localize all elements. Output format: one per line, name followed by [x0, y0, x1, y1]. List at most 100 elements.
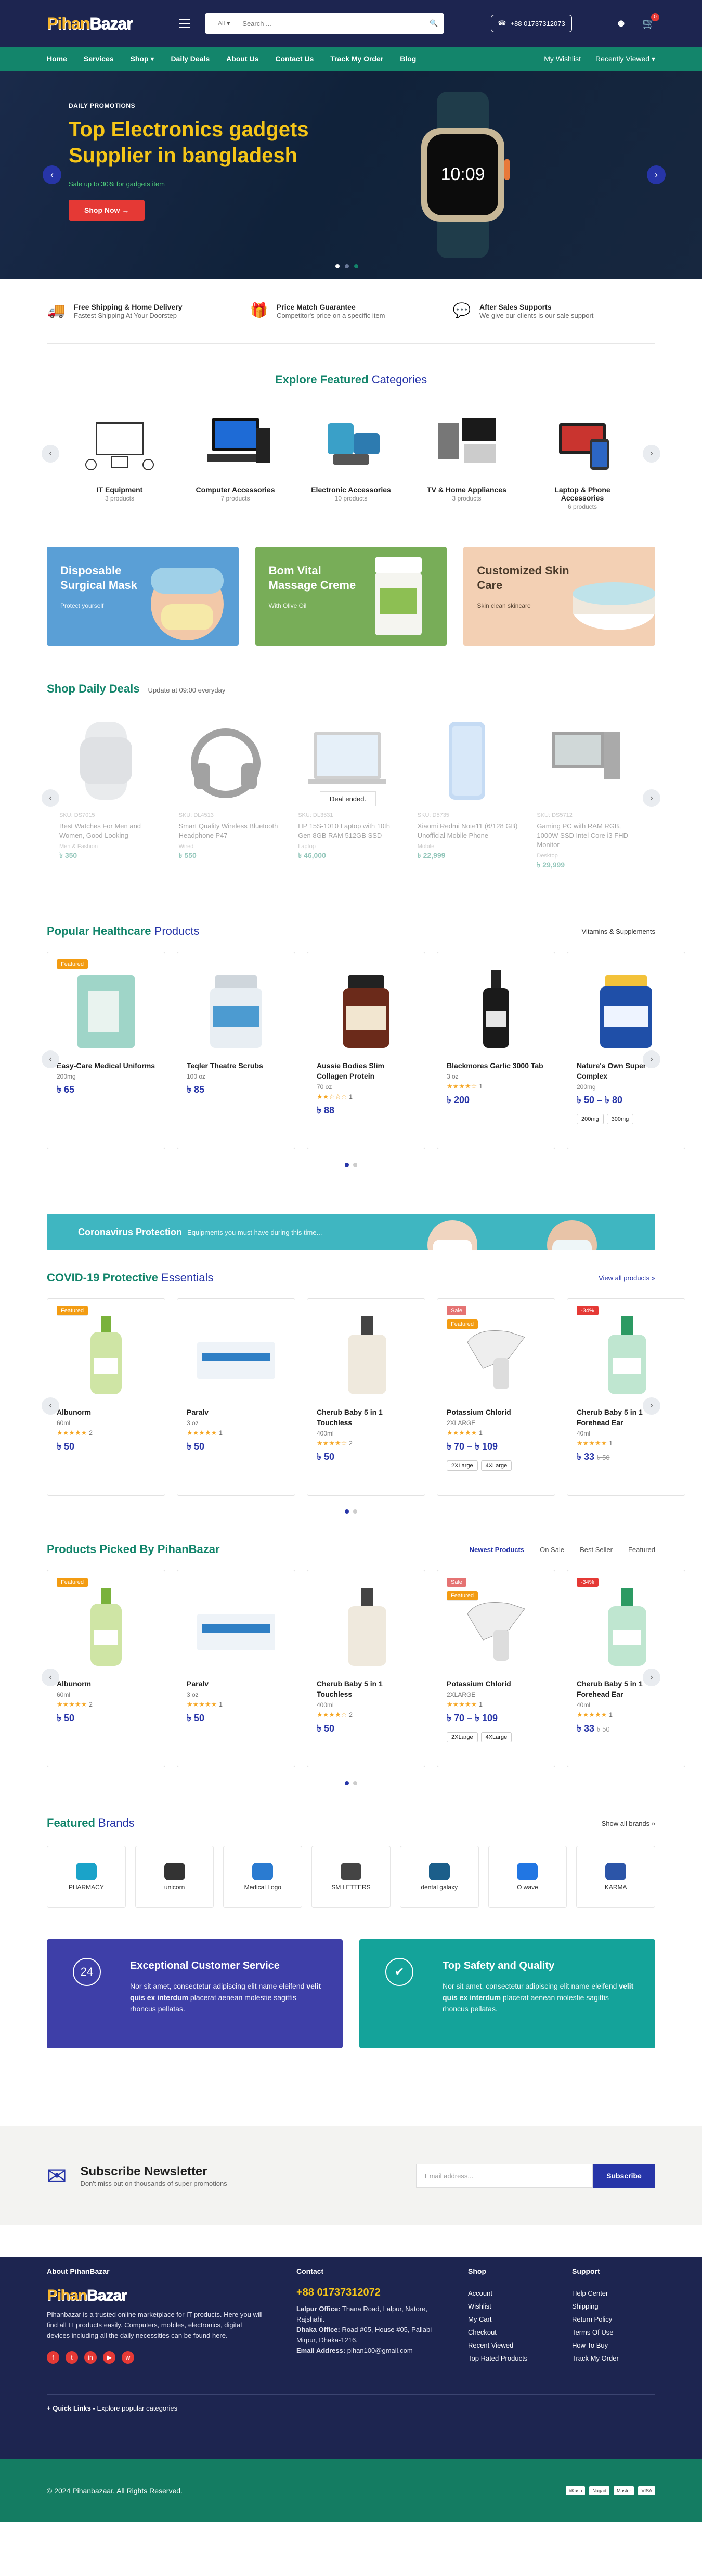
product-name[interactable]: Cherub Baby 5 in 1 Touchless	[317, 1407, 415, 1428]
categories-prev-arrow[interactable]: ‹	[42, 445, 59, 463]
product-name[interactable]: Nature's Own Super B Complex	[577, 1060, 675, 1081]
brand-logo[interactable]: Medical Logo	[223, 1846, 303, 1908]
category-item[interactable]: Computer Accessories 7 products	[189, 407, 282, 510]
linkedin-icon[interactable]: in	[84, 2351, 97, 2364]
product-card[interactable]: Featured Albunorm 60ml ★★★★★ 2 ৳ 50	[47, 1298, 165, 1496]
search-icon[interactable]: 🔍	[423, 19, 444, 28]
quick-links[interactable]: + Quick Links - Explore popular categori…	[47, 2394, 655, 2412]
variant-option[interactable]: 2XLarge	[447, 1460, 478, 1471]
coronavirus-banner[interactable]: Coronavirus Protection Equipments you mus…	[47, 1214, 655, 1250]
footer-support-link[interactable]: Terms Of Use	[572, 2326, 655, 2339]
facebook-icon[interactable]: f	[47, 2351, 59, 2364]
site-logo[interactable]: PihanBazar	[47, 14, 133, 33]
footer-shop-link[interactable]: Account	[468, 2287, 572, 2300]
product-card[interactable]: Nature's Own Super B Complex 200mg ৳ 50 – …	[567, 952, 685, 1149]
nav-item-right[interactable]: Recently Viewed ▾	[595, 55, 655, 63]
footer-shop-link[interactable]: My Cart	[468, 2313, 572, 2326]
category-item[interactable]: TV & Home Appliances 3 products	[420, 407, 514, 510]
product-card[interactable]: Blackmores Garlic 3000 Tab 3 oz ★★★★☆ 1 ৳ 20…	[437, 952, 555, 1149]
nav-item[interactable]: Track My Order	[330, 55, 383, 63]
pager-dot[interactable]	[345, 1509, 349, 1514]
pager-dot[interactable]	[353, 1509, 357, 1514]
brand-logo[interactable]: O wave	[488, 1846, 567, 1908]
promo-banner[interactable]: Bom Vital Massage Creme With Olive Oil	[255, 547, 447, 646]
footer-support-link[interactable]: Track My Order	[572, 2352, 655, 2365]
pager-dot[interactable]	[353, 1163, 357, 1167]
product-card[interactable]: Paralv 3 oz ★★★★★ 1 ৳ 50	[177, 1570, 295, 1767]
footer-shop-link[interactable]: Wishlist	[468, 2300, 572, 2313]
brand-logo[interactable]: dental galaxy	[399, 1846, 479, 1908]
footer-shop-link[interactable]: Recent Viewed	[468, 2339, 572, 2352]
footer-shop-link[interactable]: Checkout	[468, 2326, 572, 2339]
healthcare-next-arrow[interactable]: ›	[643, 1050, 660, 1068]
hero-prev-arrow[interactable]: ‹	[43, 165, 61, 184]
pager-dot[interactable]	[345, 1163, 349, 1167]
product-card[interactable]: Featured Albunorm 60ml ★★★★★ 2 ৳ 50	[47, 1570, 165, 1767]
product-card[interactable]: Cherub Baby 5 in 1 Touchless 400ml ★★★★☆ 2 ৳…	[307, 1298, 425, 1496]
category-item[interactable]: IT Equipment 3 products	[73, 407, 166, 510]
nav-item[interactable]: Blog	[400, 55, 416, 63]
shop-now-button[interactable]: Shop Now →	[69, 200, 145, 221]
search-input[interactable]	[236, 19, 424, 28]
youtube-icon[interactable]: ▶	[103, 2351, 115, 2364]
product-name[interactable]: Paralv	[187, 1678, 285, 1689]
product-card[interactable]: Featured Easy-Care Medical Uniforms 200mg ৳…	[47, 952, 165, 1149]
variant-option[interactable]: 200mg	[577, 1114, 604, 1124]
product-card[interactable]: Sale Featured Potassium Chlorid 2XLARGE ★★★★…	[437, 1298, 555, 1496]
picked-tab[interactable]: Featured	[628, 1546, 655, 1554]
picked-next-arrow[interactable]: ›	[643, 1669, 660, 1686]
product-name[interactable]: Easy-Care Medical Uniforms	[57, 1060, 155, 1071]
nav-item[interactable]: Shop ▾	[131, 55, 154, 63]
hero-next-arrow[interactable]: ›	[647, 165, 666, 184]
product-name[interactable]: Aussie Bodies Slim Collagen Protein	[317, 1060, 415, 1081]
user-icon[interactable]: ☻	[616, 18, 627, 30]
promo-banner[interactable]: Disposable Surgical Mask Protect yourself	[47, 547, 239, 646]
brand-logo[interactable]: KARMA	[576, 1846, 656, 1908]
product-card[interactable]: Teqler Theatre Scrubs 100 oz ৳ 85	[177, 952, 295, 1149]
picked-tab[interactable]: Best Seller	[580, 1546, 613, 1554]
product-name[interactable]: Cherub Baby 5 in 1 Forehead Ear	[577, 1407, 675, 1428]
deal-card[interactable]: SKU: DL4513 Smart Quality Wireless Blueto…	[179, 711, 285, 904]
brand-logo[interactable]: unicorn	[135, 1846, 214, 1908]
deal-card[interactable]: SKU: DS7015 Best Watches For Men and Wome…	[59, 711, 165, 904]
categories-next-arrow[interactable]: ›	[643, 445, 660, 463]
phone-button[interactable]: ☎ +88 01737312073	[491, 15, 572, 32]
product-name[interactable]: Cherub Baby 5 in 1 Forehead Ear	[577, 1678, 675, 1699]
nav-item[interactable]: Services	[84, 55, 114, 63]
show-all-brands-link[interactable]: Show all brands »	[602, 1819, 655, 1827]
product-card[interactable]: Cherub Baby 5 in 1 Touchless 400ml ★★★★☆ 2 ৳…	[307, 1570, 425, 1767]
covid-next-arrow[interactable]: ›	[643, 1397, 660, 1415]
deal-card[interactable]: SKU: D5735 Xiaomi Redmi Note11 (6/128 GB)…	[418, 711, 524, 904]
picked-prev-arrow[interactable]: ‹	[42, 1669, 59, 1686]
hero-dot[interactable]	[345, 264, 349, 268]
view-all-products-link[interactable]: View all products »	[599, 1274, 655, 1282]
footer-shop-link[interactable]: Top Rated Products	[468, 2352, 572, 2365]
category-item[interactable]: Laptop & Phone Accessories 6 products	[536, 407, 629, 510]
nav-item[interactable]: Home	[47, 55, 67, 63]
hero-dot[interactable]	[335, 264, 340, 268]
product-name[interactable]: Potassium Chlorid	[447, 1407, 545, 1417]
variant-option[interactable]: 2XLarge	[447, 1732, 478, 1742]
footer-support-link[interactable]: How To Buy	[572, 2339, 655, 2352]
brand-logo[interactable]: SM LETTERS	[311, 1846, 391, 1908]
deals-prev-arrow[interactable]: ‹	[42, 789, 59, 807]
variant-option[interactable]: 4XLarge	[480, 1732, 512, 1742]
whatsapp-icon[interactable]: w	[122, 2351, 134, 2364]
product-name[interactable]: Potassium Chlorid	[447, 1678, 545, 1689]
deal-card[interactable]: SKU: DL3531 HP 15S-1010 Laptop with 10th …	[298, 711, 404, 904]
subscribe-button[interactable]: Subscribe	[593, 2164, 655, 2188]
product-card[interactable]: Aussie Bodies Slim Collagen Protein 70 oz…	[307, 952, 425, 1149]
nav-item-right[interactable]: My Wishlist	[544, 55, 581, 63]
product-name[interactable]: Albunorm	[57, 1678, 155, 1689]
nav-item[interactable]: About Us	[226, 55, 258, 63]
promo-banner[interactable]: Customized Skin Care Skin clean skincare	[463, 547, 656, 646]
footer-support-link[interactable]: Help Center	[572, 2287, 655, 2300]
vitamins-link[interactable]: Vitamins & Supplements	[582, 928, 655, 935]
product-name[interactable]: Teqler Theatre Scrubs	[187, 1060, 285, 1071]
category-item[interactable]: Electronic Accessories 10 products	[304, 407, 398, 510]
nav-item[interactable]: Contact Us	[275, 55, 314, 63]
footer-phone[interactable]: +88 01737312072	[296, 2287, 447, 2299]
product-name[interactable]: Albunorm	[57, 1407, 155, 1417]
product-card[interactable]: -34% Cherub Baby 5 in 1 Forehead Ear 40ml ★…	[567, 1570, 685, 1767]
deals-next-arrow[interactable]: ›	[643, 789, 660, 807]
